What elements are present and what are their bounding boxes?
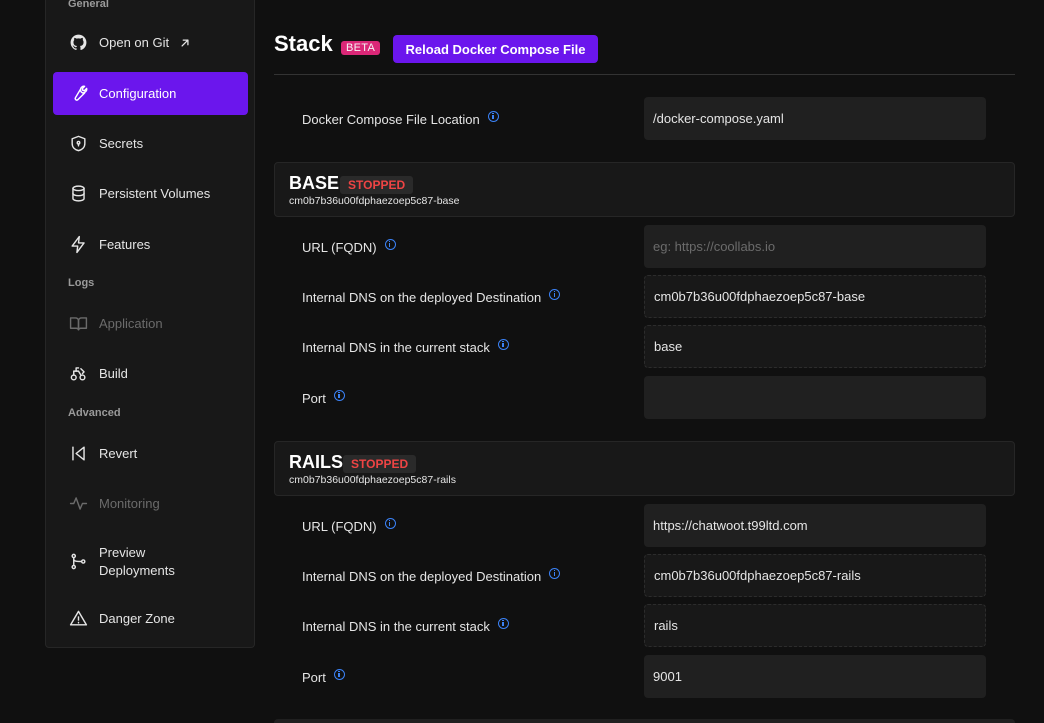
- base-dns-dest-row: Internal DNS on the deployed Destination…: [274, 275, 1015, 318]
- sidebar-item-persistent-volumes[interactable]: Persistent Volumes: [53, 172, 248, 215]
- sidebar: General Open on Git Configuration Secret…: [45, 0, 255, 648]
- divider: [274, 74, 1015, 75]
- sidebar-item-label-line-1: Preview: [99, 544, 146, 560]
- service-id: cm0b7b36u00fdphaezoep5c87-base: [289, 195, 460, 207]
- dns-dest-label: Internal DNS on the deployed Destination: [302, 568, 561, 584]
- port-label: Port: [302, 390, 345, 406]
- service-name: RAILS: [289, 452, 343, 472]
- port-label: Port: [302, 669, 345, 685]
- sidebar-item-danger-zone[interactable]: Danger Zone: [53, 597, 248, 640]
- info-icon[interactable]: [549, 568, 561, 579]
- info-icon[interactable]: [384, 239, 396, 250]
- sidebar-item-label: Configuration: [99, 85, 177, 101]
- book-icon: [67, 313, 89, 335]
- base-url-input[interactable]: eg: https://coollabs.io: [644, 225, 986, 268]
- sidebar-item-label: Revert: [99, 445, 138, 461]
- github-icon: [67, 32, 89, 54]
- build-icon: [67, 363, 89, 385]
- url-label: URL (FQDN): [302, 239, 396, 255]
- info-icon[interactable]: [497, 618, 509, 629]
- base-url-row: URL (FQDN) eg: https://coollabs.io: [274, 225, 1015, 268]
- url-label: URL (FQDN): [302, 518, 396, 534]
- compose-file-row: Docker Compose File Location /docker-com…: [274, 97, 1015, 140]
- rails-dns-stack-field[interactable]: rails: [644, 604, 986, 647]
- sidebar-item-label: Build: [99, 365, 128, 381]
- beta-badge: BETA: [341, 41, 381, 55]
- sidebar-item-label: Danger Zone: [99, 610, 175, 626]
- sidebar-item-configuration[interactable]: Configuration: [53, 72, 248, 115]
- wrench-icon: [67, 83, 89, 105]
- sidebar-item-secrets[interactable]: Secrets: [53, 122, 248, 165]
- dns-dest-label: Internal DNS on the deployed Destination: [302, 289, 561, 305]
- url-label-text: URL (FQDN): [302, 240, 377, 255]
- base-port-row: Port: [274, 376, 1015, 419]
- rails-port-row: Port 9001: [274, 655, 1015, 698]
- sidebar-item-build[interactable]: Build: [53, 352, 248, 395]
- info-icon[interactable]: [384, 518, 396, 529]
- sidebar-item-application[interactable]: Application: [53, 302, 248, 345]
- sidebar-item-open-on-git[interactable]: Open on Git: [53, 21, 248, 64]
- dns-dest-label-text: Internal DNS on the deployed Destination: [302, 290, 542, 305]
- sidebar-item-label: Preview Deployments: [99, 544, 175, 580]
- sidebar-item-label: Persistent Volumes: [99, 185, 211, 201]
- base-dns-stack-field[interactable]: base: [644, 325, 986, 368]
- sidebar-item-label: Open on Git: [99, 34, 170, 50]
- dns-dest-label-text: Internal DNS on the deployed Destination: [302, 569, 542, 584]
- warning-icon: [67, 608, 89, 630]
- external-link-icon: [178, 36, 192, 50]
- service-id: cm0b7b36u00fdphaezoep5c87-rails: [289, 474, 456, 486]
- service-card-base: BASE STOPPED cm0b7b36u00fdphaezoep5c87-b…: [274, 162, 1015, 217]
- port-label-text: Port: [302, 391, 326, 406]
- database-icon: [67, 183, 89, 205]
- compose-file-label-text: Docker Compose File Location: [302, 112, 480, 127]
- base-port-input[interactable]: [644, 376, 986, 419]
- section-logs-heading: Logs: [68, 277, 95, 289]
- sidebar-item-label: Secrets: [99, 135, 144, 151]
- rails-port-input[interactable]: 9001: [644, 655, 986, 698]
- status-badge: STOPPED: [340, 176, 414, 194]
- section-advanced-heading: Advanced: [68, 407, 121, 419]
- sidebar-item-label: Application: [99, 315, 163, 331]
- port-label-text: Port: [302, 670, 326, 685]
- shield-icon: [67, 133, 89, 155]
- info-icon[interactable]: [487, 111, 499, 122]
- info-icon[interactable]: [497, 339, 509, 350]
- pulse-icon: [67, 493, 89, 515]
- dns-stack-label-text: Internal DNS in the current stack: [302, 340, 490, 355]
- rails-dns-dest-field[interactable]: cm0b7b36u00fdphaezoep5c87-rails: [644, 554, 986, 597]
- status-badge: STOPPED: [343, 455, 417, 473]
- compose-file-input[interactable]: /docker-compose.yaml: [644, 97, 986, 140]
- sidebar-item-label-line-2: Deployments: [99, 562, 175, 578]
- sidebar-item-label: Features: [99, 236, 151, 252]
- rails-dns-dest-row: Internal DNS on the deployed Destination…: [274, 554, 1015, 597]
- section-general-heading: General: [68, 0, 109, 10]
- reload-compose-button[interactable]: Reload Docker Compose File: [393, 35, 598, 63]
- compose-file-label: Docker Compose File Location: [302, 111, 499, 127]
- sidebar-item-monitoring[interactable]: Monitoring: [53, 482, 248, 525]
- next-service-card-edge: [274, 719, 1015, 723]
- info-icon[interactable]: [333, 390, 345, 401]
- url-label-text: URL (FQDN): [302, 519, 377, 534]
- base-dns-dest-field[interactable]: cm0b7b36u00fdphaezoep5c87-base: [644, 275, 986, 318]
- sidebar-item-features[interactable]: Features: [53, 223, 248, 266]
- service-name: BASE: [289, 173, 340, 193]
- info-icon[interactable]: [549, 289, 561, 300]
- service-card-rails: RAILS STOPPED cm0b7b36u00fdphaezoep5c87-…: [274, 441, 1015, 496]
- rails-dns-stack-row: Internal DNS in the current stack rails: [274, 604, 1015, 647]
- rails-url-input[interactable]: https://chatwoot.t99ltd.com: [644, 504, 986, 547]
- sidebar-item-preview-deployments[interactable]: Preview Deployments: [53, 540, 248, 583]
- rails-url-row: URL (FQDN) https://chatwoot.t99ltd.com: [274, 504, 1015, 547]
- page-title: Stack: [274, 31, 333, 56]
- dns-stack-label: Internal DNS in the current stack: [302, 618, 509, 634]
- sidebar-item-revert[interactable]: Revert: [53, 432, 248, 475]
- git-branch-icon: [67, 551, 89, 573]
- sidebar-item-label: Monitoring: [99, 495, 160, 511]
- dns-stack-label: Internal DNS in the current stack: [302, 339, 509, 355]
- dns-stack-label-text: Internal DNS in the current stack: [302, 619, 490, 634]
- lightning-icon: [67, 234, 89, 256]
- base-dns-stack-row: Internal DNS in the current stack base: [274, 325, 1015, 368]
- info-icon[interactable]: [333, 669, 345, 680]
- revert-icon: [67, 443, 89, 465]
